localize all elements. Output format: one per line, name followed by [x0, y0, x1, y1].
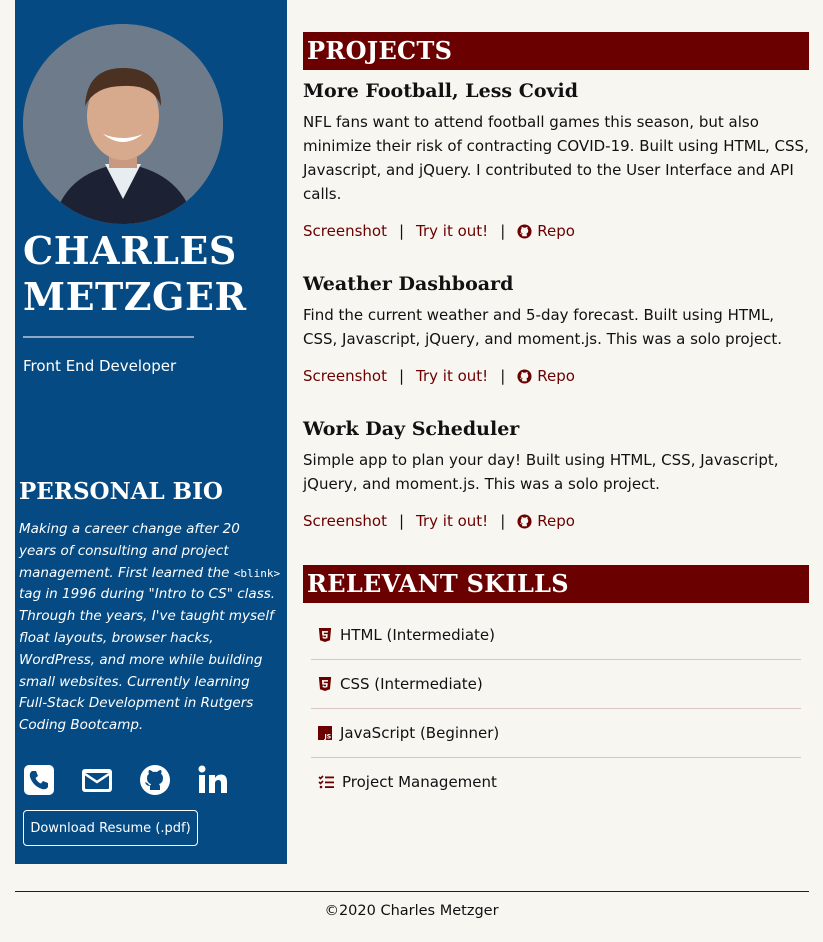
repo-link[interactable]: Repo	[537, 512, 575, 530]
email-icon[interactable]	[81, 764, 113, 796]
skills-list: HTML (Intermediate) CSS (Intermediate) J…	[311, 611, 801, 806]
screenshot-link[interactable]: Screenshot	[303, 512, 387, 530]
css3-icon	[318, 677, 332, 691]
phone-icon[interactable]	[23, 764, 55, 796]
bio-code: <blink>	[233, 566, 281, 580]
link-separator: |	[500, 367, 506, 385]
project-description: Find the current weather and 5-day forec…	[303, 306, 783, 348]
project-title: Work Day Scheduler	[303, 418, 520, 440]
projects-heading: PROJECTS	[303, 32, 809, 70]
skill-label: Project Management	[342, 773, 497, 791]
list-item: JS JavaScript (Beginner)	[311, 709, 801, 758]
repo-link[interactable]: Repo	[537, 367, 575, 385]
screenshot-link[interactable]: Screenshot	[303, 367, 387, 385]
link-separator: |	[398, 512, 405, 530]
social-links	[23, 764, 229, 796]
project-title: Weather Dashboard	[303, 273, 514, 295]
project-links: Screenshot | Try it out! | Repo	[303, 512, 809, 530]
avatar	[23, 24, 223, 224]
sidebar: CHARLES METZGER Front End Developer PERS…	[15, 0, 287, 864]
download-resume-button[interactable]: Download Resume (.pdf)	[23, 810, 198, 846]
project-title: More Football, Less Covid	[303, 80, 579, 102]
try-it-link[interactable]: Try it out!	[416, 222, 488, 240]
bio-text-part1: Making a career change after 20 years of…	[19, 521, 240, 581]
project-description: Simple app to plan your day! Built using…	[303, 451, 779, 493]
github-icon	[517, 223, 532, 239]
name-first: CHARLES	[23, 228, 237, 273]
project-card: More Football, Less Covid NFL fans want …	[303, 78, 809, 240]
name-divider	[23, 336, 194, 338]
try-it-link[interactable]: Try it out!	[416, 367, 488, 385]
link-separator: |	[500, 222, 506, 240]
html5-icon	[318, 628, 332, 642]
github-icon	[517, 513, 532, 529]
bio-heading: PERSONAL BIO	[19, 478, 223, 505]
skill-label: HTML (Intermediate)	[340, 626, 495, 644]
github-icon	[517, 368, 532, 384]
link-separator: |	[398, 222, 405, 240]
svg-text:JS: JS	[323, 734, 331, 740]
try-it-link[interactable]: Try it out!	[416, 512, 488, 530]
skill-label: JavaScript (Beginner)	[340, 724, 500, 742]
screenshot-link[interactable]: Screenshot	[303, 222, 387, 240]
name-last: METZGER	[23, 274, 247, 319]
skills-heading: RELEVANT SKILLS	[303, 565, 809, 603]
project-description: NFL fans want to attend football games t…	[303, 113, 809, 203]
list-item: HTML (Intermediate)	[311, 611, 801, 660]
project-card: Work Day Scheduler Simple app to plan yo…	[303, 416, 809, 530]
linkedin-icon[interactable]	[197, 764, 229, 796]
project-links: Screenshot | Try it out! | Repo	[303, 367, 809, 385]
job-title: Front End Developer	[23, 357, 177, 375]
profile-name: CHARLES METZGER	[23, 228, 283, 320]
link-separator: |	[500, 512, 506, 530]
footer-divider	[15, 891, 809, 892]
list-item: CSS (Intermediate)	[311, 660, 801, 709]
bio-text: Making a career change after 20 years of…	[19, 519, 281, 737]
skill-label: CSS (Intermediate)	[340, 675, 483, 693]
javascript-icon: JS	[318, 726, 332, 740]
github-icon[interactable]	[139, 764, 171, 796]
list-item: Project Management	[311, 758, 801, 806]
link-separator: |	[398, 367, 405, 385]
project-card: Weather Dashboard Find the current weath…	[303, 271, 809, 385]
footer-copyright: ©2020 Charles Metzger	[324, 903, 499, 919]
project-links: Screenshot | Try it out! | Repo	[303, 222, 809, 240]
task-list-icon	[318, 775, 334, 789]
bio-text-part2: tag in 1996 during "Intro to CS" class. …	[19, 586, 276, 734]
repo-link[interactable]: Repo	[537, 222, 575, 240]
